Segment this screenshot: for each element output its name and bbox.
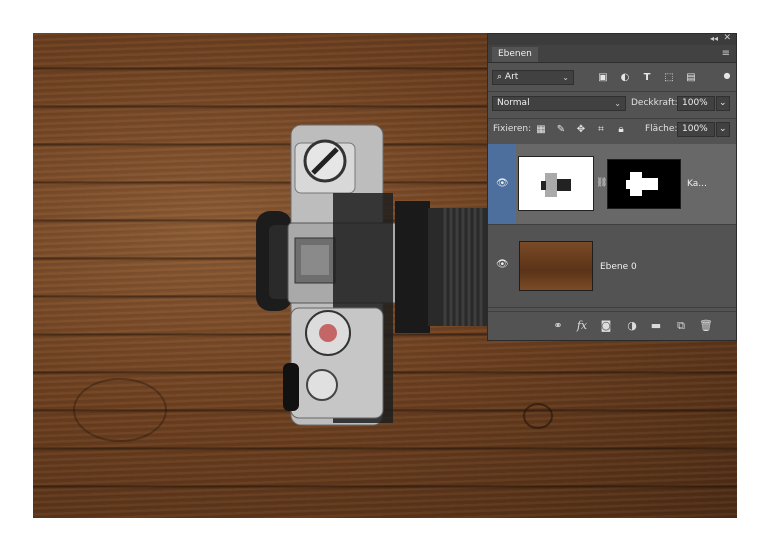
search-icon: ⌕ (497, 72, 503, 82)
eye-icon[interactable]: 👁︎ (496, 259, 509, 270)
filter-kind-value: Art (504, 72, 519, 82)
panel-title-bar[interactable]: ◂◂ ✕ (488, 33, 736, 45)
blend-mode-dropdown[interactable]: Normal ⌄ (492, 96, 626, 111)
delete-layer-icon[interactable]: 🗑︎ (698, 319, 714, 332)
layer-name[interactable]: Ebene 0 (600, 262, 637, 272)
shape-filter-icon[interactable]: ⬚ (662, 71, 676, 85)
fx-icon[interactable]: fx (574, 319, 590, 332)
layers-panel-footer: ⚭ fx ◙ ◑ ▬ ⧉ 🗑︎ (488, 311, 736, 340)
image-filter-icon[interactable]: ▣ (596, 71, 610, 85)
fill-field[interactable]: 100% (677, 122, 715, 137)
lock-all-icon[interactable]: 🔒︎ (614, 123, 628, 137)
layer-thumbnail[interactable] (518, 156, 594, 211)
mask-shape (626, 172, 658, 196)
chevron-down-icon: ⌄ (562, 73, 569, 82)
layer-name[interactable]: Ka... (687, 179, 707, 189)
adjustment-layer-icon[interactable]: ◑ (624, 319, 640, 332)
chevron-down-icon: ⌄ (614, 99, 621, 108)
collapse-panel-icon[interactable]: ◂◂ (710, 34, 718, 43)
lock-row: Fixieren: ▦ ✎ ✥ ⌗ 🔒︎ Fläche: 100% ⌄ (488, 121, 736, 141)
layers-panel: ◂◂ ✕ Ebenen ≡ ⌕ Art ⌄ ▣ ◐ T ⬚ ▤ ● Normal… (487, 33, 737, 341)
layer-row-ebene-0[interactable]: 👁︎ Ebene 0 (488, 225, 736, 308)
filter-kind-dropdown[interactable]: ⌕ Art ⌄ (492, 70, 574, 85)
opacity-label: Deckkraft: (631, 98, 678, 108)
visibility-column[interactable]: 👁︎ (488, 144, 516, 224)
opacity-field[interactable]: 100% (677, 96, 715, 111)
fill-dropdown-button[interactable]: ⌄ (716, 122, 730, 137)
panel-menu-icon[interactable]: ≡ (722, 48, 730, 59)
filter-toggle-icon[interactable]: ● (720, 69, 734, 83)
layer-thumbnail[interactable] (519, 241, 593, 291)
visibility-column[interactable]: 👁︎ (488, 225, 516, 307)
blend-mode-value: Normal (497, 98, 530, 108)
lock-transparent-pixels-icon[interactable]: ▦ (534, 123, 548, 137)
layer-row-camera[interactable]: 👁︎ ⛓︎ Ka... (488, 144, 736, 225)
link-layers-icon[interactable]: ⚭ (550, 319, 566, 332)
smart-object-filter-icon[interactable]: ▤ (684, 71, 698, 85)
chevron-down-icon: ⌄ (719, 124, 727, 134)
new-layer-icon[interactable]: ⧉ (673, 319, 689, 333)
divider (488, 91, 736, 92)
adjustment-filter-icon[interactable]: ◐ (618, 71, 632, 85)
close-panel-icon[interactable]: ✕ (723, 33, 731, 43)
blend-row: Normal ⌄ Deckkraft: 100% ⌄ (488, 95, 736, 115)
lock-image-pixels-icon[interactable]: ✎ (554, 123, 568, 137)
chevron-down-icon: ⌄ (719, 98, 727, 108)
lock-position-icon[interactable]: ✥ (574, 123, 588, 137)
camera-thumbnail-image (541, 173, 571, 197)
mask-link-icon[interactable]: ⛓︎ (596, 178, 607, 188)
tab-layers[interactable]: Ebenen (492, 47, 538, 62)
panel-tab-bar: Ebenen ≡ (488, 45, 736, 63)
eye-icon[interactable]: 👁︎ (496, 178, 509, 189)
layer-mask-thumbnail[interactable] (607, 159, 681, 209)
new-group-icon[interactable]: ▬ (648, 319, 664, 332)
lock-artboard-icon[interactable]: ⌗ (594, 123, 608, 137)
fill-label: Fläche: (645, 124, 678, 134)
type-filter-icon[interactable]: T (640, 71, 654, 85)
divider (488, 118, 736, 119)
lock-label: Fixieren: (493, 124, 532, 134)
opacity-dropdown-button[interactable]: ⌄ (716, 96, 730, 111)
add-mask-icon[interactable]: ◙ (598, 319, 614, 332)
filter-row: ⌕ Art ⌄ ▣ ◐ T ⬚ ▤ ● (488, 68, 736, 88)
